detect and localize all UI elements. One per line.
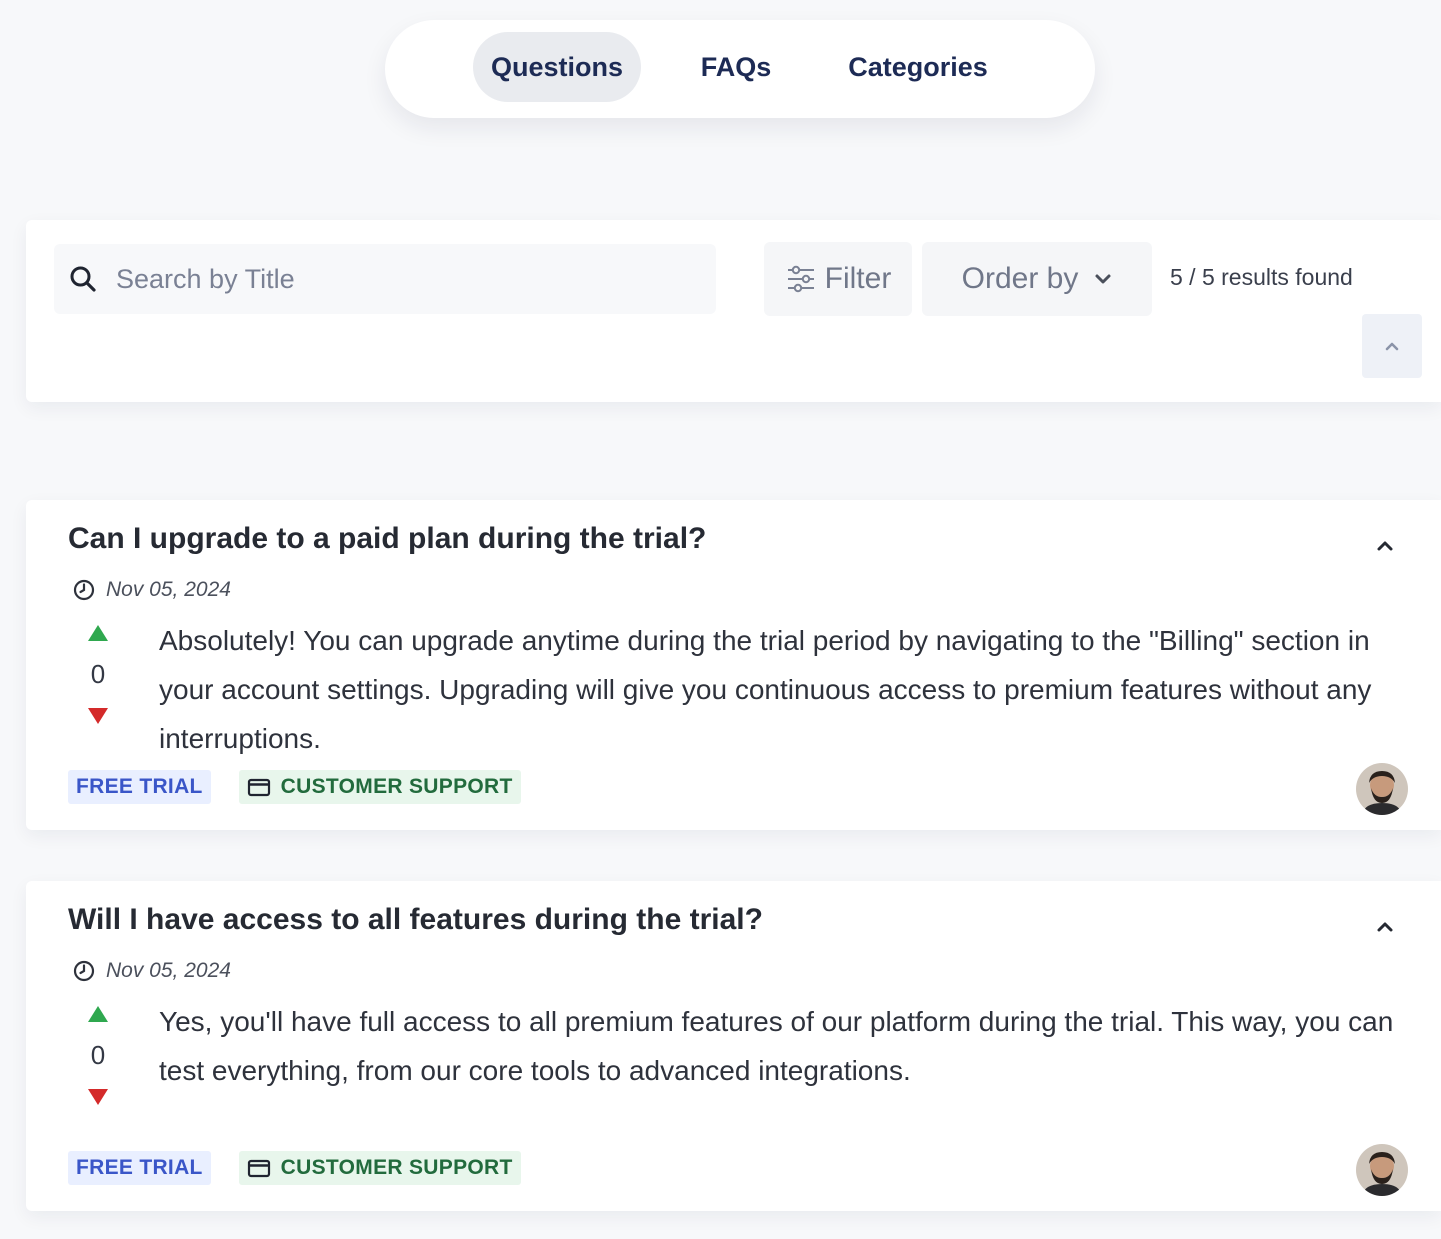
tag-free-trial[interactable]: FREE TRIAL: [68, 1151, 211, 1185]
tab-faqs[interactable]: FAQs: [681, 32, 791, 102]
tab-questions[interactable]: Questions: [473, 32, 641, 102]
order-by-label: Order by: [961, 262, 1079, 295]
question-card: Will I have access to all features durin…: [26, 881, 1441, 1211]
filter-label: Filter: [824, 262, 892, 295]
search-box[interactable]: [54, 244, 716, 314]
chevron-up-icon: [1385, 342, 1399, 351]
search-input[interactable]: [116, 263, 676, 295]
chevron-down-icon: [1095, 274, 1111, 284]
clock-icon: [73, 960, 95, 982]
question-card: Can I upgrade to a paid plan during the …: [26, 500, 1441, 830]
clock-icon: [73, 579, 95, 601]
vote-up-icon[interactable]: [86, 622, 110, 644]
collapse-all-button[interactable]: [1362, 314, 1422, 378]
user-avatar-icon: [1356, 1144, 1408, 1196]
vote-count: 0: [90, 659, 106, 689]
tag-row: FREE TRIAL CUSTOMER SUPPORT: [68, 770, 521, 804]
question-date-row: Nov 05, 2024: [72, 959, 231, 983]
tag-free-trial[interactable]: FREE TRIAL: [68, 770, 211, 804]
avatar[interactable]: [1356, 1144, 1408, 1196]
question-date-row: Nov 05, 2024: [72, 578, 231, 602]
category-label: CUSTOMER SUPPORT: [280, 1156, 513, 1179]
category-customer-support[interactable]: CUSTOMER SUPPORT: [238, 770, 521, 804]
answer-text: Yes, you'll have full access to all prem…: [159, 1006, 1394, 1086]
avatar[interactable]: [1356, 763, 1408, 815]
chevron-up-icon[interactable]: [1370, 911, 1400, 941]
vote-down-icon[interactable]: [86, 1086, 110, 1108]
folder-icon: [247, 778, 270, 797]
tag-row: FREE TRIAL CUSTOMER SUPPORT: [68, 1151, 521, 1185]
search-icon: [70, 266, 96, 292]
answer-text: Absolutely! You can upgrade anytime duri…: [159, 625, 1372, 754]
sliders-icon: [787, 265, 814, 293]
filter-button[interactable]: Filter: [764, 242, 912, 316]
order-by-select[interactable]: Order by: [922, 242, 1152, 316]
results-count: 5 / 5 results found: [1170, 264, 1353, 290]
folder-icon: [247, 1159, 270, 1178]
search-panel: Filter Order by 5 / 5 results found: [26, 220, 1441, 402]
vote-count: 0: [90, 1040, 106, 1070]
category-label: CUSTOMER SUPPORT: [280, 775, 513, 798]
tab-bar: Questions FAQs Categories: [385, 20, 1095, 118]
question-title[interactable]: Can I upgrade to a paid plan during the …: [68, 522, 706, 556]
vote-controls: 0: [82, 1003, 114, 1108]
category-customer-support[interactable]: CUSTOMER SUPPORT: [238, 1151, 521, 1185]
vote-controls: 0: [82, 622, 114, 727]
user-avatar-icon: [1356, 763, 1408, 815]
tab-categories[interactable]: Categories: [829, 32, 1007, 102]
question-title[interactable]: Will I have access to all features durin…: [68, 903, 763, 937]
question-date: Nov 05, 2024: [106, 959, 231, 982]
question-date: Nov 05, 2024: [106, 578, 231, 601]
vote-down-icon[interactable]: [86, 705, 110, 727]
chevron-up-icon[interactable]: [1370, 530, 1400, 560]
vote-up-icon[interactable]: [86, 1003, 110, 1025]
